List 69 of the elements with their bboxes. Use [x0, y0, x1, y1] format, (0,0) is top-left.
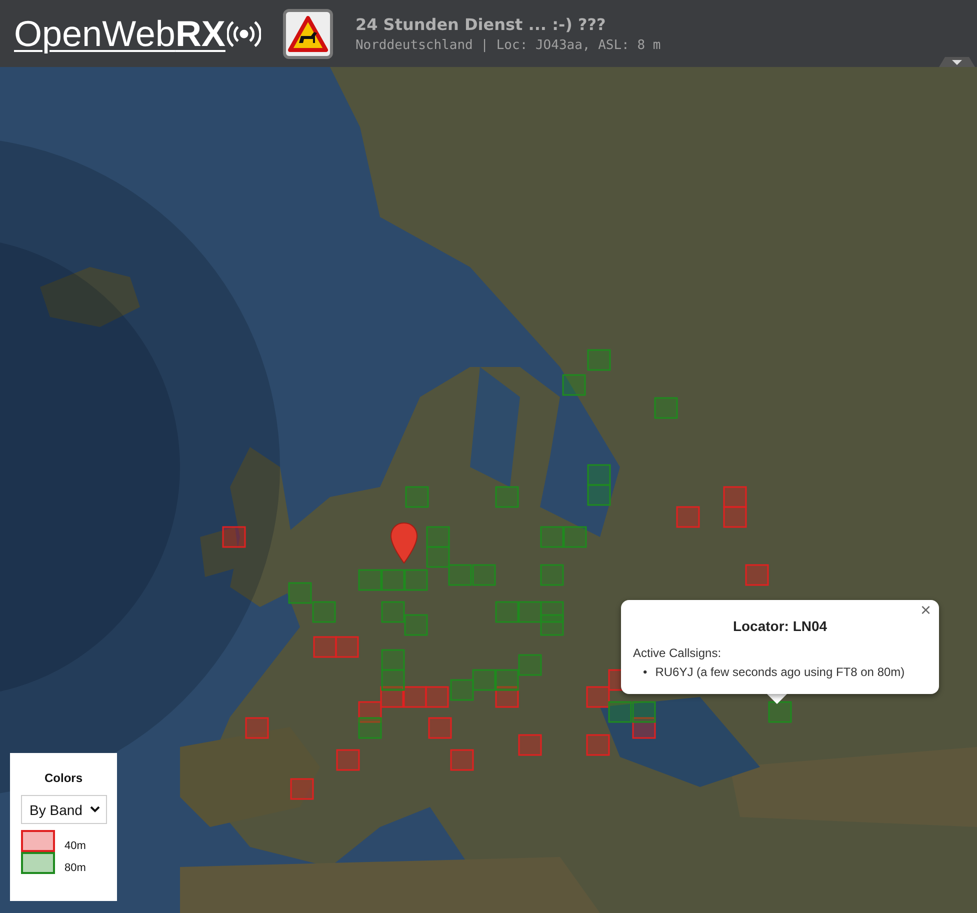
- locator-square[interactable]: [768, 701, 792, 723]
- locator-square[interactable]: [745, 564, 769, 586]
- logo: OpenWebRX: [14, 12, 226, 54]
- locator-square[interactable]: [586, 686, 610, 708]
- locator-square[interactable]: [403, 686, 427, 708]
- locator-square[interactable]: [381, 601, 405, 623]
- color-mode-select[interactable]: By Band: [20, 795, 106, 824]
- locator-square[interactable]: [358, 569, 382, 591]
- locator-square[interactable]: [562, 374, 586, 396]
- locator-square[interactable]: [381, 649, 405, 671]
- locator-square[interactable]: [426, 526, 450, 548]
- legend-title: Colors: [44, 771, 82, 785]
- legend-label: 40m: [64, 840, 86, 852]
- locator-square[interactable]: [563, 526, 587, 548]
- locator-square[interactable]: [428, 717, 452, 739]
- locator-square[interactable]: [380, 686, 404, 708]
- locator-square[interactable]: [313, 636, 337, 658]
- collapse-tab-icon[interactable]: [939, 57, 975, 67]
- locator-square[interactable]: [654, 397, 678, 419]
- locator-square[interactable]: [632, 701, 656, 723]
- locator-square[interactable]: [518, 654, 542, 676]
- locator-square[interactable]: [404, 569, 428, 591]
- popup-title: Locator: LN04: [732, 618, 828, 634]
- locator-square[interactable]: [245, 717, 269, 739]
- locator-square[interactable]: [450, 749, 474, 771]
- locator-square[interactable]: [587, 464, 611, 486]
- locator-square[interactable]: [540, 614, 564, 636]
- location-pin-icon[interactable]: [390, 522, 418, 564]
- receiver-location: Norddeutschland | Loc: JO43aa, ASL: 8 m: [355, 38, 661, 52]
- locator-square[interactable]: [381, 669, 405, 691]
- locator-square[interactable]: [312, 601, 336, 623]
- locator-square[interactable]: [723, 486, 747, 508]
- locator-square[interactable]: [540, 526, 564, 548]
- locator-square[interactable]: [608, 701, 632, 723]
- locator-square[interactable]: [587, 484, 611, 506]
- radio-waves-icon: [227, 18, 262, 48]
- locator-square[interactable]: [381, 569, 405, 591]
- receiver-title: 24 Stunden Dienst ... :-) ???: [355, 14, 607, 34]
- locator-square[interactable]: [450, 679, 474, 701]
- locator-square[interactable]: [518, 734, 542, 756]
- locator-square[interactable]: [425, 686, 449, 708]
- legend-label: 80m: [64, 862, 86, 874]
- locator-square[interactable]: [587, 349, 611, 371]
- locator-square[interactable]: [288, 582, 312, 604]
- locator-square[interactable]: [586, 734, 610, 756]
- bullet: •: [643, 664, 648, 680]
- locator-square[interactable]: [472, 564, 496, 586]
- locator-square[interactable]: [495, 486, 519, 508]
- locator-square[interactable]: [448, 564, 472, 586]
- locator-square[interactable]: [335, 636, 359, 658]
- close-button[interactable]: ×: [916, 600, 935, 621]
- locator-square[interactable]: [336, 749, 360, 771]
- locator-square[interactable]: [723, 506, 747, 528]
- popup-label: Active Callsigns:: [633, 646, 722, 660]
- locator-square[interactable]: [358, 717, 382, 739]
- locator-square[interactable]: [222, 526, 246, 548]
- locator-square[interactable]: [405, 486, 429, 508]
- chevron-down-icon: [90, 806, 100, 813]
- warning-sign-icon: [283, 8, 334, 58]
- locator-square[interactable]: [404, 614, 428, 636]
- locator-square[interactable]: [495, 601, 519, 623]
- locator-square[interactable]: [426, 546, 450, 568]
- locator-square[interactable]: [495, 669, 519, 691]
- locator-square[interactable]: [290, 778, 314, 800]
- locator-square[interactable]: [518, 601, 542, 623]
- locator-square[interactable]: [472, 669, 496, 691]
- locator-square[interactable]: [540, 564, 564, 586]
- callsign-entry: RU6YJ (a few seconds ago using FT8 on 80m): [655, 664, 905, 680]
- locator-square[interactable]: [676, 506, 700, 528]
